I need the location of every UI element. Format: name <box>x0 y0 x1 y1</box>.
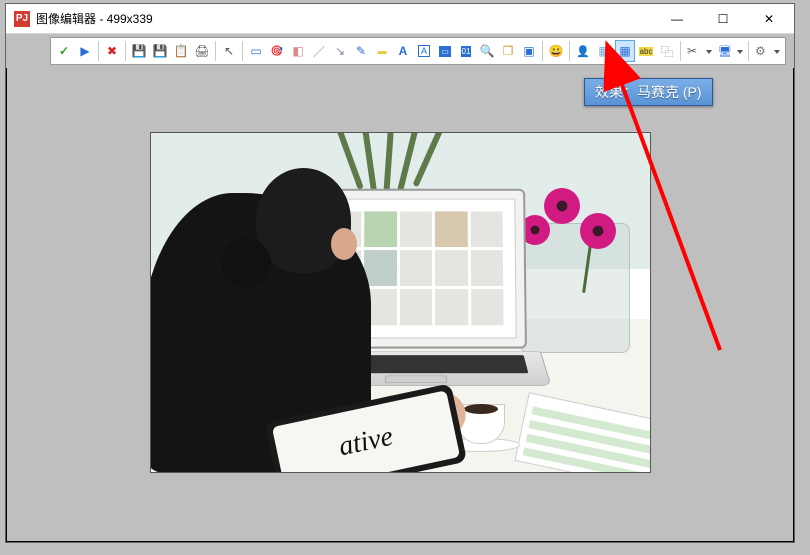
confirm-button[interactable]: ✓ <box>54 40 74 62</box>
gear-icon: ⚙ <box>755 44 766 58</box>
mosaic-tooltip: 效果：马赛克 (P) <box>584 78 713 106</box>
person-icon: 👤 <box>576 45 590 58</box>
rect-icon: ▭ <box>250 44 261 58</box>
toolbar-area: ✓ ▶ ✖ 💾 💾 📋 🖨 ↖ ▭ 🎯 ◧ ／ ↘ ✎ ▬ A A ▭ 01 🔍… <box>6 34 794 68</box>
photo-content: ative <box>151 133 650 472</box>
clipboard-button[interactable]: 📋 <box>171 40 191 62</box>
monitor-icon: 🖥 <box>718 45 732 58</box>
print-button[interactable]: 🖨 <box>192 40 212 62</box>
close-button[interactable]: ✕ <box>746 4 792 34</box>
eraser-tool[interactable]: ◧ <box>288 40 308 62</box>
cursor-icon: ↖ <box>224 44 234 58</box>
arrow-tool[interactable]: ↘ <box>330 40 350 62</box>
app-icon: PJ <box>14 11 30 27</box>
settings-menu[interactable]: ⚙ <box>752 40 782 62</box>
emoji-icon: 😀 <box>549 44 564 58</box>
cursor-tool[interactable]: ↖ <box>219 40 239 62</box>
crop-icon: ⿻ <box>661 43 673 60</box>
picture-icon: ▣ <box>523 44 534 58</box>
emoji-tool[interactable]: 😀 <box>546 40 566 62</box>
clipboard-icon: 📋 <box>174 44 189 58</box>
target-icon: 🎯 <box>271 46 283 57</box>
mosaic-icon: ▦ <box>619 44 630 58</box>
check-icon: ✓ <box>59 44 69 58</box>
minimize-button[interactable]: — <box>654 4 700 34</box>
pencil-tool[interactable]: ✎ <box>351 40 371 62</box>
counter-num-tool[interactable]: 01 <box>456 40 476 62</box>
printer-icon: 🖨 <box>194 44 209 58</box>
play-button[interactable]: ▶ <box>75 40 95 62</box>
abc-tool[interactable]: abc <box>636 40 656 62</box>
mosaic-tool[interactable]: ▦ <box>615 40 635 62</box>
textbox-tool[interactable]: A <box>414 40 434 62</box>
line-tool[interactable]: ／ <box>309 40 329 62</box>
toolbar: ✓ ▶ ✖ 💾 💾 📋 🖨 ↖ ▭ 🎯 ◧ ／ ↘ ✎ ▬ A A ▭ 01 🔍… <box>50 37 786 65</box>
x-icon: ✖ <box>107 44 117 58</box>
canvas-area[interactable]: ative <box>7 69 793 541</box>
hatch-icon: ▦ <box>598 44 609 58</box>
marker-tool[interactable]: ▬ <box>372 40 392 62</box>
window-title: 图像编辑器 - 499x339 <box>36 10 153 27</box>
counter-num-icon: 01 <box>461 46 472 57</box>
zoom-icon: 🔍 <box>480 44 495 58</box>
floppy-icon: 💾 <box>132 44 147 58</box>
save-button[interactable]: 💾 <box>129 40 149 62</box>
zoom-tool[interactable]: 🔍 <box>477 40 497 62</box>
layers-tool[interactable]: ❐ <box>498 40 518 62</box>
chevron-down-icon <box>737 50 743 54</box>
saveas-button[interactable]: 💾 <box>150 40 170 62</box>
marker-icon: ▬ <box>378 46 387 56</box>
pencil-icon: ✎ <box>356 44 366 58</box>
text-a-icon: A <box>399 44 408 58</box>
counter-rect-icon: ▭ <box>439 46 451 57</box>
abc-icon: abc <box>639 47 654 56</box>
text-tool[interactable]: A <box>393 40 413 62</box>
image-canvas[interactable]: ative <box>150 132 651 473</box>
textbox-icon: A <box>418 45 430 57</box>
chevron-down-icon <box>774 50 780 54</box>
counter-rect-tool[interactable]: ▭ <box>435 40 455 62</box>
floppy-arrow-icon: 💾 <box>153 44 168 58</box>
line-icon: ／ <box>313 43 325 60</box>
cancel-button[interactable]: ✖ <box>102 40 122 62</box>
eraser-icon: ◧ <box>292 44 303 58</box>
chevron-down-icon <box>706 50 712 54</box>
arrow-icon: ↘ <box>335 44 345 58</box>
play-icon: ▶ <box>80 44 89 58</box>
color-picker-tool[interactable]: 🎯 <box>267 40 287 62</box>
layers-icon: ❐ <box>503 44 514 58</box>
picture-tool[interactable]: ▣ <box>519 40 539 62</box>
titlebar: PJ 图像编辑器 - 499x339 — ☐ ✕ <box>6 4 794 34</box>
scissors-icon: ✂ <box>687 44 697 58</box>
tools-menu[interactable]: ✂ <box>684 40 714 62</box>
hatch-tool[interactable]: ▦ <box>594 40 614 62</box>
person-tool[interactable]: 👤 <box>573 40 593 62</box>
maximize-button[interactable]: ☐ <box>700 4 746 34</box>
rect-select-tool[interactable]: ▭ <box>246 40 266 62</box>
monitor-menu[interactable]: 🖥 <box>715 40 745 62</box>
crop-tool[interactable]: ⿻ <box>657 40 677 62</box>
